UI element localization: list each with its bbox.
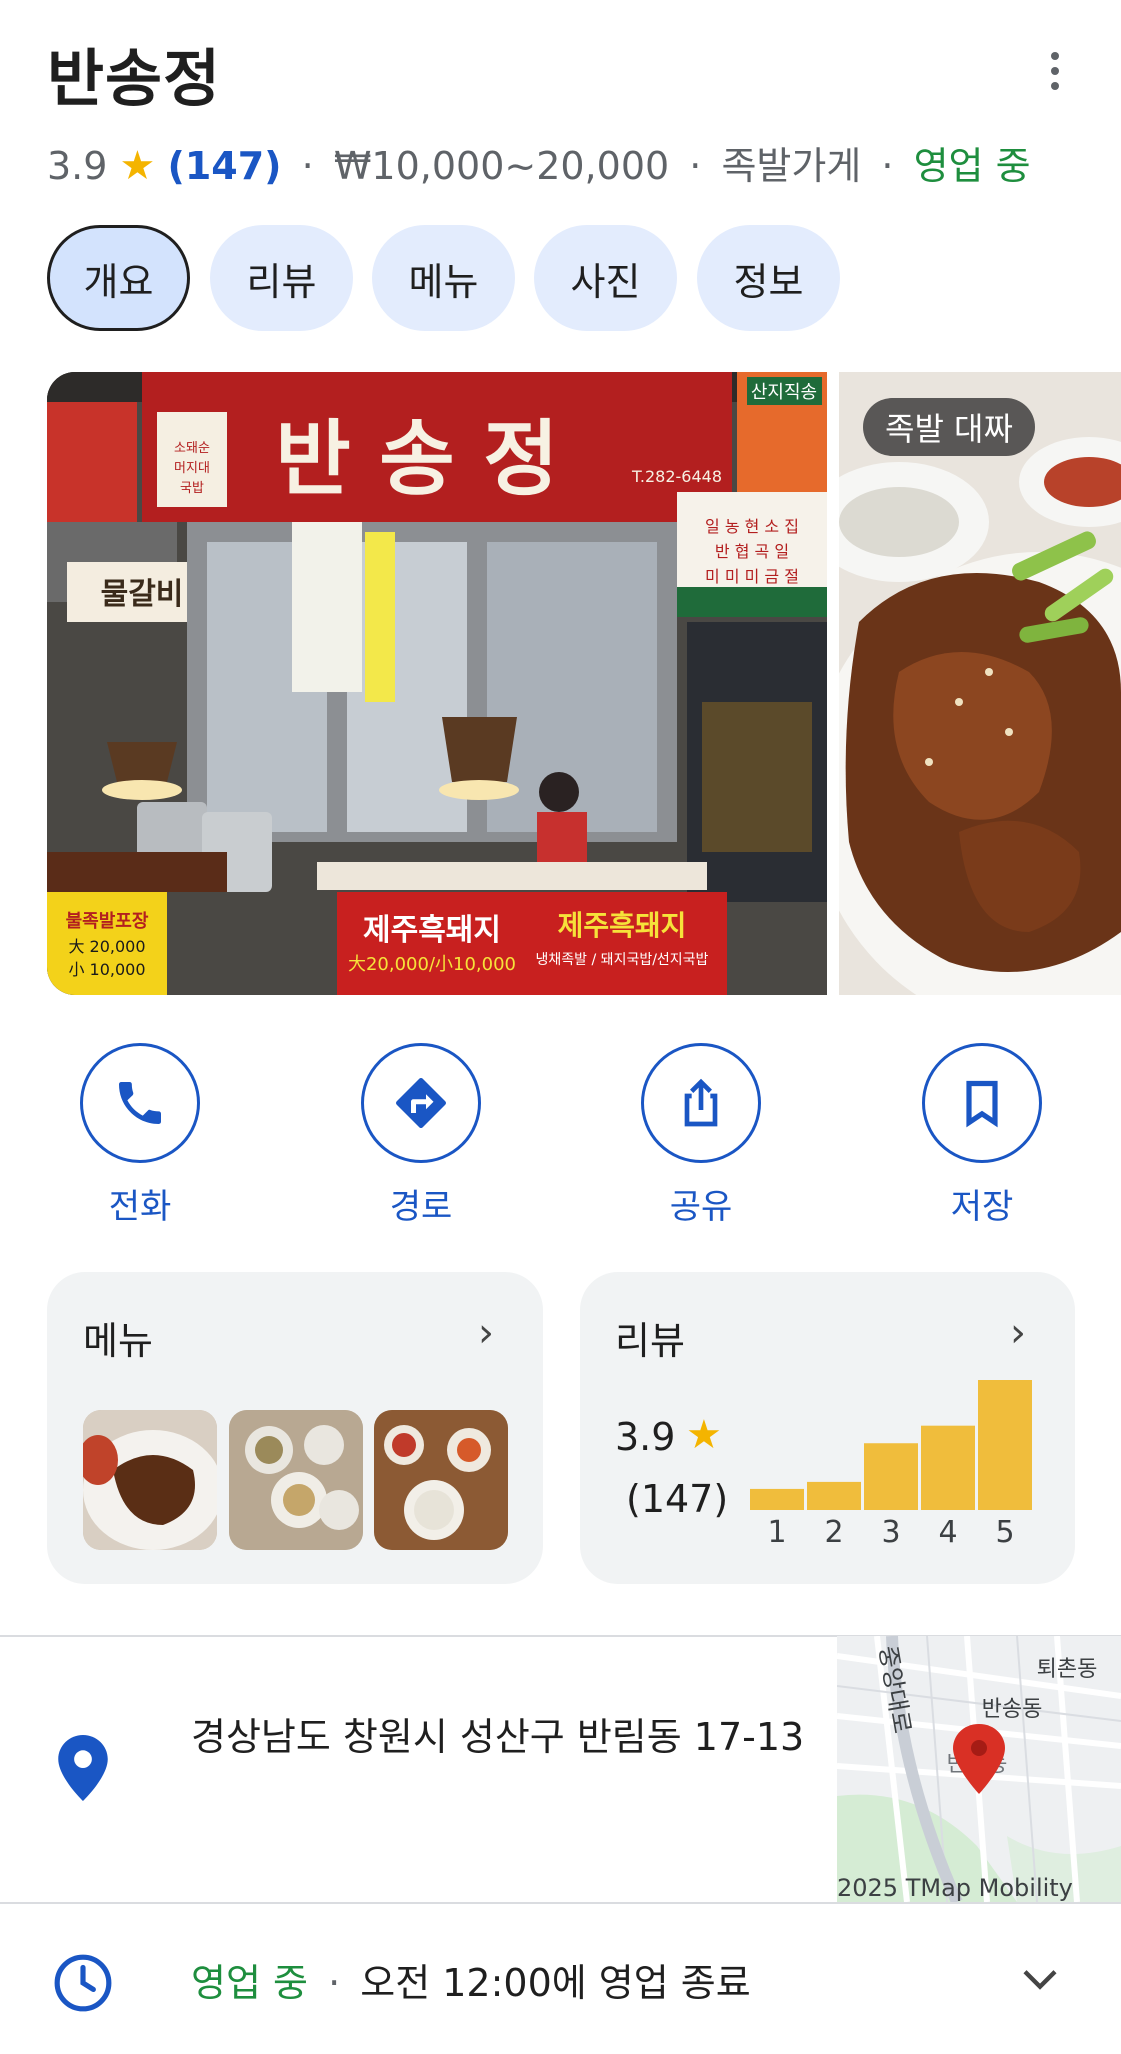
call-button[interactable]: 전화	[40, 1043, 240, 1228]
share-button[interactable]: 공유	[601, 1043, 801, 1228]
separator: ·	[881, 144, 894, 188]
review-card-title: 리뷰	[615, 1319, 685, 1363]
tab-info[interactable]: 정보	[697, 225, 840, 331]
map-label-2: 반송동	[982, 1697, 1043, 1722]
call-label: 전화	[108, 1187, 172, 1227]
review-count: (147)	[626, 1477, 729, 1521]
rating-bar-4	[921, 1425, 975, 1510]
svg-text:小 10,000: 小 10,000	[68, 960, 145, 979]
rating-bar-3	[864, 1443, 918, 1510]
phone-icon	[119, 1082, 161, 1124]
banner-left-text: 제주흑돼지	[363, 913, 501, 948]
review-count-link[interactable]: (147)	[167, 144, 281, 188]
menu-card-title: 메뉴	[83, 1319, 153, 1363]
rating-tick-5: 5	[995, 1515, 1014, 1545]
svg-text:머지대: 머지대	[174, 461, 210, 476]
sign-direct-text: 산지직송	[751, 382, 817, 403]
map-credit: 2025 TMap Mobility	[837, 1874, 1073, 1902]
rating-distribution-chart: 1 2 3 4 5	[750, 1380, 1032, 1545]
menu-photo-2[interactable]	[229, 1410, 363, 1550]
hours-row[interactable]: 영업 중 · 오전 12:00에 영업 종료	[191, 1952, 751, 2007]
banner-price-text: 大20,000/小10,000	[348, 954, 516, 975]
address-text[interactable]: 경상남도 창원시 성산구 반림동 17-13	[191, 1707, 821, 1767]
price-range: ₩10,000~20,000	[333, 144, 670, 188]
svg-text:불족발포장: 불족발포장	[66, 911, 149, 932]
share-icon	[684, 1078, 718, 1127]
rating-value: 3.9	[47, 144, 108, 188]
map-label-1: 퇴촌동	[1037, 1657, 1098, 1682]
share-label: 공유	[669, 1187, 733, 1227]
svg-text:미 미 미 금 절: 미 미 미 금 절	[705, 567, 799, 586]
menu-photo-1[interactable]	[83, 1410, 217, 1550]
star-icon: ★	[119, 143, 156, 189]
neighbor-sign: 물갈비	[101, 577, 184, 612]
separator: ·	[328, 1961, 341, 2005]
svg-text:大 20,000: 大 20,000	[68, 937, 145, 956]
tab-overview[interactable]: 개요	[47, 225, 190, 331]
hours-detail: 오전 12:00에 영업 종료	[360, 1961, 751, 2005]
chevron-right-icon: ›	[1010, 1310, 1026, 1356]
chevron-right-icon: ›	[478, 1310, 494, 1356]
tab-reviews[interactable]: 리뷰	[210, 225, 353, 331]
banner-sub-text: 냉채족발 / 돼지국밥/선지국밥	[536, 952, 709, 968]
storefront-photo[interactable]: 산지직송 소돼순 머지대 국밥 반 송 정 T.282-6448 물갈비 일 농…	[47, 372, 827, 995]
rating-tick-4: 4	[938, 1515, 957, 1545]
rating-tick-3: 3	[881, 1515, 900, 1545]
svg-text:일 농 현 소 집: 일 농 현 소 집	[705, 517, 799, 536]
separator: ·	[689, 144, 702, 188]
svg-text:소돼순: 소돼순	[174, 441, 210, 456]
place-summary-line: 3.9 ★ (147) · ₩10,000~20,000 · 족발가게 · 영업…	[47, 135, 1031, 190]
bookmark-icon	[966, 1080, 998, 1128]
rating-bar-2	[807, 1481, 861, 1510]
directions-button[interactable]: 경로	[321, 1043, 521, 1228]
separator: ·	[301, 144, 314, 188]
clock-icon	[54, 1954, 112, 2012]
open-status: 영업 중	[913, 144, 1031, 188]
store-sign-phone: T.282-6448	[631, 467, 722, 486]
rating-bar-1	[750, 1488, 804, 1510]
place-title: 반송정	[47, 42, 222, 115]
svg-text:국밥: 국밥	[180, 481, 204, 496]
category-label: 족발가게	[721, 144, 862, 188]
photo-caption-badge: 족발 대짜	[863, 398, 1035, 456]
save-button[interactable]: 저장	[882, 1043, 1082, 1228]
svg-text:반 협 곡 일: 반 협 곡 일	[715, 542, 789, 561]
menu-photo-3[interactable]	[374, 1410, 508, 1550]
food-photo[interactable]	[839, 372, 1121, 995]
tab-photos[interactable]: 사진	[534, 225, 677, 331]
divider	[0, 1902, 1121, 1904]
save-label: 저장	[950, 1187, 1014, 1227]
directions-icon	[396, 1078, 446, 1128]
more-options-icon[interactable]	[1040, 52, 1070, 98]
tab-menu[interactable]: 메뉴	[372, 225, 515, 331]
banner-right-text: 제주흑돼지	[558, 909, 687, 942]
rating-bar-5	[978, 1380, 1032, 1510]
rating-tick-1: 1	[767, 1515, 786, 1545]
review-rating-value: 3.9	[615, 1415, 676, 1459]
location-pin-icon	[58, 1735, 108, 1801]
star-icon: ★	[686, 1412, 722, 1458]
rating-tick-2: 2	[824, 1515, 843, 1545]
directions-label: 경로	[389, 1187, 453, 1227]
map-thumbnail[interactable]: 퇴촌동 반송동 중앙대로 반송동 2025 TMap Mobility	[837, 1636, 1121, 1902]
hours-status: 영업 중	[191, 1961, 308, 2005]
chevron-down-icon[interactable]	[1020, 1965, 1060, 1995]
store-sign-name: 반 송 정	[275, 411, 558, 507]
